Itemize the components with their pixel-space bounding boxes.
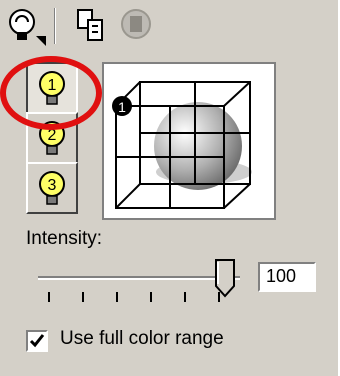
checkmark-icon [29,334,45,348]
highlight-ring [0,56,102,130]
slider-tick [150,292,152,302]
intensity-value-field[interactable]: 100 [258,262,316,292]
slider-tick [48,292,50,302]
slider-tick [184,292,186,302]
slider-tick [116,292,118,302]
disabled-sphere-icon [118,6,154,46]
light-settings-panel: 1 2 3 1 Intensity: 100 Use full color ra… [0,0,340,376]
full-color-range-checkbox[interactable] [26,330,48,352]
full-color-range-label[interactable]: Use full color range [60,328,224,350]
toolbar [0,0,338,52]
intensity-label: Intensity: [26,228,103,249]
slider-tick [218,292,220,302]
light-preview[interactable]: 1 [102,62,276,220]
light-tool-icon[interactable] [6,6,48,46]
intensity-slider-track[interactable] [38,276,240,280]
light-3-button[interactable]: 3 [26,162,78,214]
slider-tick [82,292,84,302]
light-3-label: 3 [48,177,57,194]
copy-light-icon[interactable] [72,6,108,46]
toolbar-separator [54,8,56,44]
light-position-badge-label: 1 [118,99,126,115]
